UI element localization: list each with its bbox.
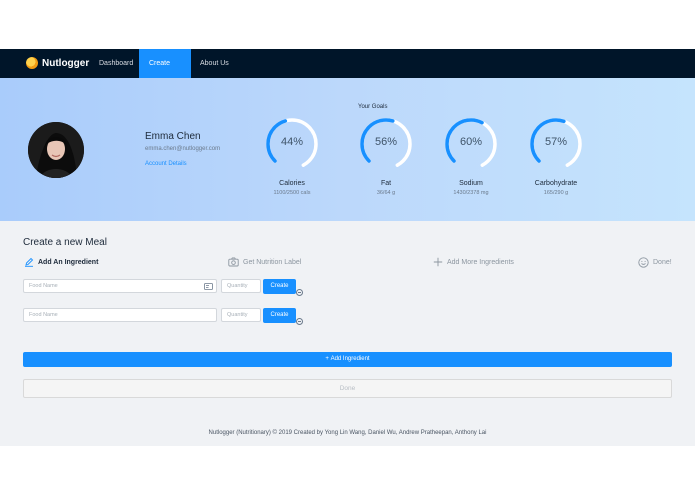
- food-name-input[interactable]: Food Name: [23, 308, 217, 322]
- plus-icon: [433, 257, 443, 267]
- camera-icon: [228, 257, 239, 267]
- goal-value: 36/64 g: [376, 190, 396, 196]
- step-label: Add More Ingredients: [447, 258, 514, 266]
- goal-calories: 44% Calories 1100/2500 cals: [252, 116, 332, 196]
- goal-fat: 56% Fat 36/64 g: [346, 116, 426, 196]
- brand-name: Nutlogger: [42, 57, 90, 69]
- step-add-ingredient: Add An Ingredient: [24, 257, 98, 267]
- food-name-placeholder: Food Name: [29, 283, 58, 289]
- goal-value: 1430/2378 mg: [453, 190, 489, 196]
- nav-item-about-us[interactable]: About Us: [190, 49, 239, 78]
- edit-icon: [25, 257, 34, 267]
- profile-hero: Emma Chen emma.chen@nutlogger.com Accoun…: [0, 78, 695, 221]
- add-ingredient-label: Add Ingredient: [330, 356, 370, 362]
- nav-item-dashboard[interactable]: Dashboard: [89, 49, 143, 78]
- goal-value: 1100/2500 cals: [273, 190, 311, 196]
- step-add-more: Add More Ingredients: [433, 257, 514, 267]
- goal-percent: 57%: [544, 136, 568, 148]
- quantity-input[interactable]: Quantity: [221, 279, 261, 293]
- goals-title: Your Goals: [358, 104, 388, 110]
- remove-row-icon[interactable]: [296, 289, 303, 296]
- user-email: emma.chen@nutlogger.com: [145, 146, 221, 152]
- quantity-input[interactable]: Quantity: [221, 308, 261, 322]
- nut-logo-icon: [26, 57, 38, 69]
- account-details-link[interactable]: Account Details: [145, 161, 187, 167]
- done-button[interactable]: Done: [23, 379, 672, 398]
- avatar: [28, 122, 84, 178]
- create-button[interactable]: Create: [263, 279, 296, 294]
- step-nutrition-label: Get Nutrition Label: [228, 257, 301, 267]
- goal-carbohydrate: 57% Carbohydrate 165/290 g: [516, 116, 596, 196]
- goal-percent: 56%: [374, 136, 398, 148]
- meal-builder: Create a new Meal Add An Ingredient Get …: [0, 221, 695, 446]
- user-photo: [28, 122, 84, 178]
- goal-name: Fat: [380, 180, 392, 187]
- food-name-input[interactable]: Food Name: [23, 279, 217, 293]
- top-nav: Nutlogger Dashboard Create New About Us: [0, 49, 695, 96]
- goal-name: Sodium: [459, 180, 483, 187]
- nav-item-create-new[interactable]: Create New: [139, 49, 191, 96]
- smile-icon: [638, 257, 649, 268]
- step-label: Add An Ingredient: [38, 258, 99, 266]
- goal-sodium: 60% Sodium 1430/2378 mg: [431, 116, 511, 196]
- add-ingredient-button[interactable]: + Add Ingredient: [23, 352, 672, 367]
- goal-percent: 44%: [280, 136, 304, 148]
- user-name: Emma Chen: [145, 131, 201, 142]
- remove-row-icon[interactable]: [296, 318, 303, 325]
- app-root: Nutlogger Dashboard Create New About Us …: [0, 0, 695, 494]
- goal-percent: 60%: [459, 136, 483, 148]
- step-label: Get Nutrition Label: [243, 258, 302, 266]
- goal-name: Calories: [279, 180, 305, 187]
- goal-name: Carbohydrate: [534, 180, 578, 187]
- create-button[interactable]: Create: [263, 308, 296, 323]
- step-label: Done!: [653, 259, 672, 266]
- goal-value: 165/290 g: [543, 190, 569, 196]
- id-card-icon: [204, 282, 213, 290]
- brand[interactable]: Nutlogger: [26, 57, 89, 69]
- footer: Nutlogger (Nutritionary) © 2019 Created …: [208, 430, 487, 436]
- page-title: Create a new Meal: [23, 237, 107, 248]
- step-done: Done!: [638, 257, 672, 268]
